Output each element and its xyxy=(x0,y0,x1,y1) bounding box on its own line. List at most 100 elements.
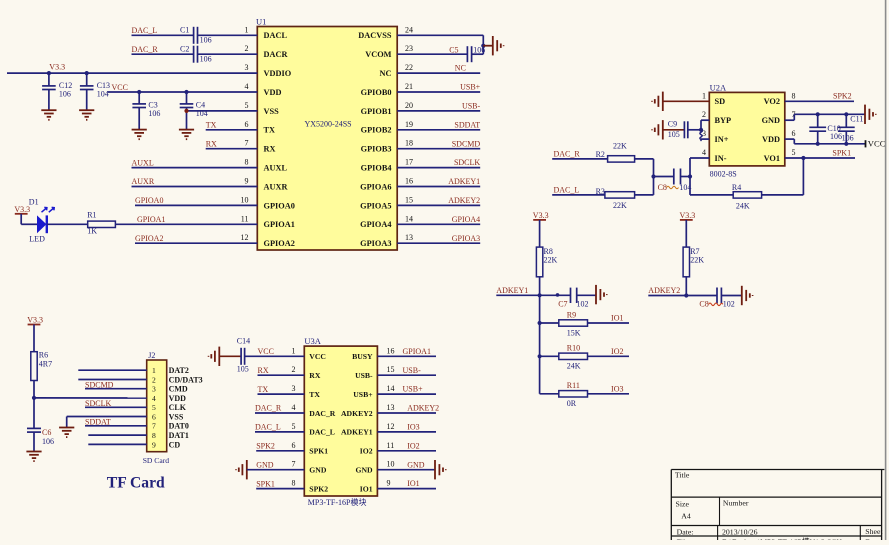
svg-text:IO1: IO1 xyxy=(360,484,373,493)
svg-text:IO1: IO1 xyxy=(407,479,419,488)
svg-text:23: 23 xyxy=(405,44,413,53)
svg-text:6: 6 xyxy=(292,441,296,450)
svg-text:DAT2: DAT2 xyxy=(169,366,189,375)
svg-text:DAC_L: DAC_L xyxy=(554,186,580,195)
svg-text:U1: U1 xyxy=(256,16,266,26)
svg-text:VDD: VDD xyxy=(762,135,780,144)
svg-text:C6: C6 xyxy=(42,428,51,437)
svg-text:DAC_L: DAC_L xyxy=(255,423,281,432)
svg-text:5: 5 xyxy=(152,403,156,412)
svg-text:C12: C12 xyxy=(59,81,72,90)
svg-text:J2: J2 xyxy=(148,351,155,360)
svg-text:GPIOA1: GPIOA1 xyxy=(137,215,165,224)
svg-text:106: 106 xyxy=(148,109,160,118)
svg-text:CD: CD xyxy=(169,440,181,449)
svg-text:GND: GND xyxy=(309,466,327,475)
svg-text:15: 15 xyxy=(387,365,395,374)
svg-text:USB-: USB- xyxy=(462,102,481,111)
svg-text:105: 105 xyxy=(668,130,680,139)
svg-text:GPIOA3: GPIOA3 xyxy=(452,234,480,243)
svg-text:2013/10/26: 2013/10/26 xyxy=(722,527,758,536)
svg-text:18: 18 xyxy=(405,139,413,148)
svg-text:SDCLK: SDCLK xyxy=(454,158,480,167)
svg-text:ADKEY2: ADKEY2 xyxy=(448,196,480,205)
svg-text:AUXR: AUXR xyxy=(264,182,289,191)
svg-text:USB+: USB+ xyxy=(353,390,372,399)
svg-text:105: 105 xyxy=(237,365,249,374)
svg-text:8: 8 xyxy=(245,158,249,167)
svg-text:R4: R4 xyxy=(732,183,741,192)
svg-text:1K: 1K xyxy=(87,226,97,235)
svg-text:V3.3: V3.3 xyxy=(680,211,696,220)
svg-text:106: 106 xyxy=(200,36,212,45)
svg-text:TX: TX xyxy=(309,390,320,399)
svg-text:7: 7 xyxy=(245,139,249,148)
svg-text:VO1: VO1 xyxy=(764,154,780,163)
svg-text:1: 1 xyxy=(292,346,296,355)
svg-text:SPK1: SPK1 xyxy=(309,447,328,456)
svg-text:C8: C8 xyxy=(699,300,708,309)
svg-text:22K: 22K xyxy=(613,201,627,210)
svg-text:14: 14 xyxy=(387,384,395,393)
svg-text:RX: RX xyxy=(258,366,269,375)
svg-text:SD Card: SD Card xyxy=(143,456,170,465)
svg-text:IO2: IO2 xyxy=(360,447,373,456)
svg-text:102: 102 xyxy=(577,300,589,309)
svg-text:NC: NC xyxy=(455,64,466,73)
svg-text:6: 6 xyxy=(792,129,796,138)
svg-text:A4: A4 xyxy=(681,511,691,520)
svg-text:106: 106 xyxy=(42,437,54,446)
svg-text:1: 1 xyxy=(245,25,249,34)
svg-text:ADKEY2: ADKEY2 xyxy=(407,404,439,413)
svg-text:ADKEY1: ADKEY1 xyxy=(496,286,528,295)
svg-text:5: 5 xyxy=(245,101,249,110)
svg-text:USB-: USB- xyxy=(403,366,422,375)
svg-text:GPIOA4: GPIOA4 xyxy=(360,220,391,229)
svg-text:GPIOB0: GPIOB0 xyxy=(361,88,392,97)
svg-text:DACVSS: DACVSS xyxy=(358,31,392,40)
svg-text:16: 16 xyxy=(405,177,413,186)
svg-text:R2: R2 xyxy=(596,150,605,159)
svg-text:GND: GND xyxy=(256,460,274,469)
svg-text:IN+: IN+ xyxy=(715,135,729,144)
svg-text:BUSY: BUSY xyxy=(352,352,373,361)
svg-text:24K: 24K xyxy=(567,362,581,371)
svg-text:DACR: DACR xyxy=(264,50,289,59)
svg-text:VSS: VSS xyxy=(169,412,184,421)
svg-text:LED: LED xyxy=(29,235,45,244)
svg-text:DAT1: DAT1 xyxy=(169,431,189,440)
svg-text:8: 8 xyxy=(792,91,796,100)
svg-text:SPK2: SPK2 xyxy=(256,442,275,451)
svg-text:9: 9 xyxy=(387,479,391,488)
svg-text:TX: TX xyxy=(206,121,217,130)
svg-text:8002-8S: 8002-8S xyxy=(710,170,737,179)
svg-text:U2A: U2A xyxy=(710,82,727,92)
svg-text:GND: GND xyxy=(762,116,780,125)
svg-text:0R: 0R xyxy=(567,399,577,408)
svg-text:6: 6 xyxy=(245,120,249,129)
svg-text:AUXL: AUXL xyxy=(132,158,154,167)
svg-text:1: 1 xyxy=(152,366,156,375)
svg-text:R6: R6 xyxy=(39,351,48,360)
svg-text:C7: C7 xyxy=(558,300,567,309)
svg-text:IO2: IO2 xyxy=(611,347,623,356)
svg-text:VCC: VCC xyxy=(309,352,326,361)
svg-text:20: 20 xyxy=(405,101,413,110)
svg-text:BYP: BYP xyxy=(715,116,732,125)
svg-text:C1: C1 xyxy=(180,26,189,35)
svg-text:TX: TX xyxy=(264,126,276,135)
svg-text:ADKEY1: ADKEY1 xyxy=(448,177,480,186)
svg-text:DAC_R: DAC_R xyxy=(132,45,159,54)
svg-text:22K: 22K xyxy=(544,256,558,265)
svg-text:GND: GND xyxy=(407,460,425,469)
svg-text:GPIOA6: GPIOA6 xyxy=(360,182,391,191)
svg-text:12: 12 xyxy=(241,233,249,242)
svg-text:13: 13 xyxy=(405,233,413,242)
svg-text:2: 2 xyxy=(152,375,156,384)
svg-text:R7: R7 xyxy=(690,247,699,256)
svg-text:U3A: U3A xyxy=(304,336,321,346)
svg-text:9: 9 xyxy=(245,177,249,186)
svg-text:DAC_L: DAC_L xyxy=(309,428,335,437)
svg-text:TF Card: TF Card xyxy=(107,475,165,492)
svg-text:24: 24 xyxy=(405,25,413,34)
